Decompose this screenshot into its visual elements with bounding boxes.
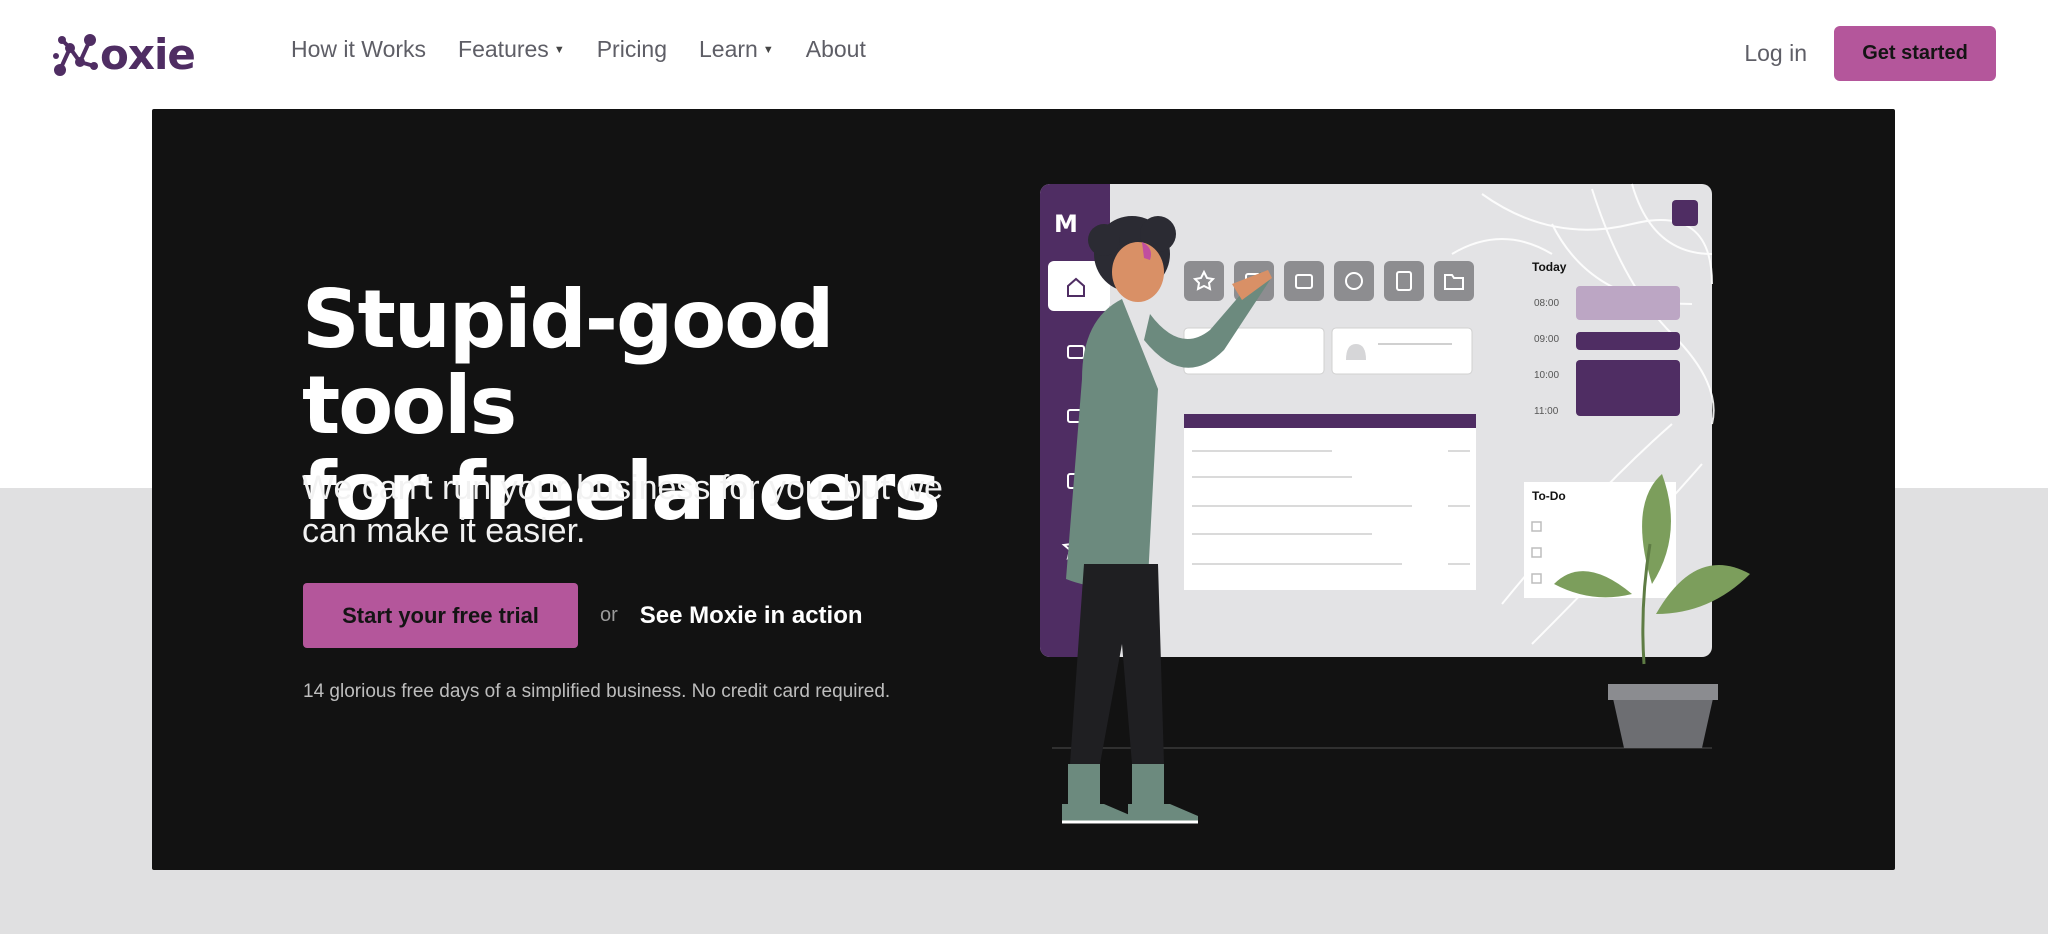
hero-cta-row: Start your free trial or See Moxie in ac… xyxy=(303,583,863,648)
hero-illustration: M Today 08:00 09:00 10:00 11:00 To-Do xyxy=(1040,183,1750,824)
nav-links: How it Works Features ▼ Pricing Learn ▼ Ab… xyxy=(291,36,898,63)
nav-link-label: Learn xyxy=(699,36,758,62)
start-free-trial-button[interactable]: Start your free trial xyxy=(303,583,578,648)
time-0900: 09:00 xyxy=(1534,334,1559,345)
top-navigation: oxie How it Works Features ▼ Pricing Lear… xyxy=(0,0,2048,108)
calendar-title: Today xyxy=(1532,260,1567,274)
time-0800: 08:00 xyxy=(1534,298,1559,309)
hero-section: Stupid-good tools for freelancers We can… xyxy=(152,109,1895,870)
nav-how-it-works[interactable]: How it Works xyxy=(291,36,426,63)
todo-title: To-Do xyxy=(1532,489,1566,503)
or-separator: or xyxy=(600,604,618,626)
moxie-logo[interactable]: oxie xyxy=(50,24,196,84)
nav-link-label: How it Works xyxy=(291,36,427,62)
get-started-button[interactable]: Get started xyxy=(1834,26,1996,81)
nav-features[interactable]: Features ▼ xyxy=(458,36,565,63)
briefcase-icon xyxy=(1284,261,1324,301)
see-moxie-in-action-link[interactable]: See Moxie in action xyxy=(640,602,863,630)
nav-link-label: Features xyxy=(458,36,549,62)
star-icon xyxy=(1184,261,1224,301)
login-link[interactable]: Log in xyxy=(1744,40,1807,67)
nav-actions: Log in Get started xyxy=(1744,26,1996,81)
clock-icon xyxy=(1334,261,1374,301)
time-1000: 10:00 xyxy=(1534,370,1559,381)
calendar-event xyxy=(1576,332,1680,350)
table-header xyxy=(1184,414,1476,428)
user-avatar xyxy=(1672,200,1698,226)
sidebar-logo: M xyxy=(1054,210,1078,238)
nav-learn[interactable]: Learn ▼ xyxy=(699,36,774,63)
fine-print: 14 glorious free days of a simplified bu… xyxy=(303,681,891,702)
molecule-logo-icon xyxy=(53,34,98,76)
nav-pricing[interactable]: Pricing xyxy=(597,36,667,63)
time-1100: 11:00 xyxy=(1534,406,1559,417)
nav-link-label: About xyxy=(805,36,866,62)
folder-icon xyxy=(1434,261,1474,301)
headline-line-1: Stupid-good tools xyxy=(302,273,834,452)
calendar-event xyxy=(1576,360,1680,416)
caret-down-icon: ▼ xyxy=(762,43,774,56)
hero-subheadline: We can't run your business for you, but … xyxy=(302,469,943,550)
clipboard-icon xyxy=(1384,261,1424,301)
calendar-event xyxy=(1576,286,1680,320)
nav-link-label: Pricing xyxy=(596,36,668,62)
nav-about[interactable]: About xyxy=(806,36,866,63)
logo-text: oxie xyxy=(100,29,196,79)
caret-down-icon: ▼ xyxy=(553,43,565,56)
